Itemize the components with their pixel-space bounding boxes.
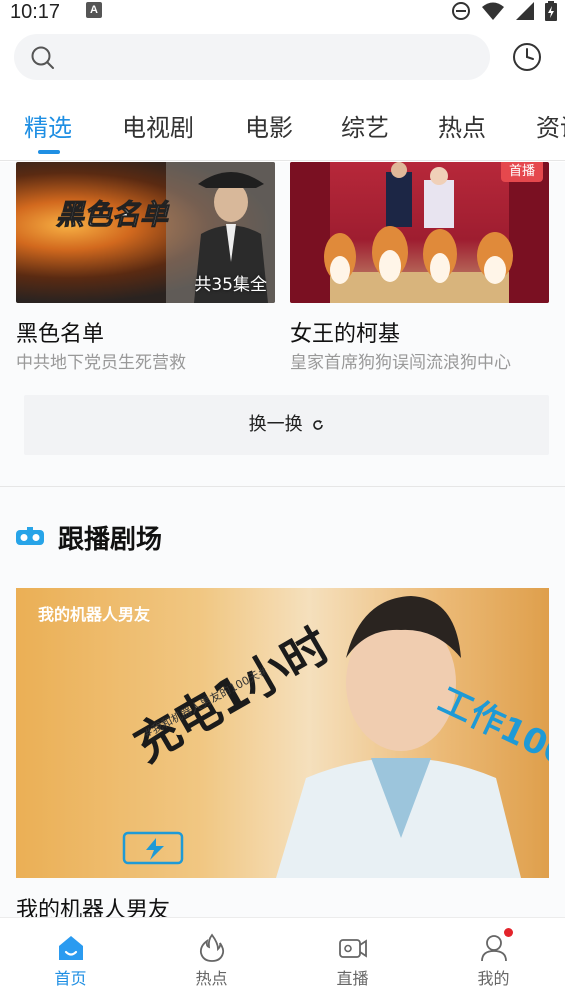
section-title: 跟播剧场 (58, 524, 163, 555)
do-not-disturb-icon (452, 2, 470, 20)
refresh-icon (313, 420, 324, 430)
tab-tv-series[interactable]: 电视剧 (122, 112, 194, 152)
card-subtitle: 皇家首席狗狗误闯流浪狗中心 (290, 353, 511, 373)
nav-label: 热点 (195, 969, 228, 988)
battery-icon (545, 1, 557, 21)
refresh-button[interactable]: 换一换 (24, 395, 549, 455)
vr-glasses-icon (16, 527, 44, 545)
notification-dot (504, 928, 513, 937)
user-icon (481, 935, 507, 962)
tab-hot[interactable]: 热点 (438, 112, 486, 152)
video-card-queens-corgi[interactable]: 首播 女王的柯基 皇家首席狗狗误闯流浪狗中心 (290, 162, 549, 373)
nav-live[interactable]: 直播 (282, 918, 423, 995)
tab-indicator (38, 150, 60, 154)
search-icon (31, 46, 54, 69)
tab-movies[interactable]: 电影 (245, 112, 293, 152)
wifi-icon (482, 2, 504, 20)
card-title: 黑色名单 (16, 322, 105, 347)
nav-home[interactable]: 首页 (0, 918, 141, 995)
status-icons (451, 0, 557, 22)
flame-icon (199, 933, 225, 962)
featured-title: 我的机器人男友 (16, 898, 171, 917)
section-header: 跟播剧场 (16, 519, 162, 555)
premiere-badge: 首播 (500, 162, 543, 182)
episode-count-badge: 共35集全 (194, 275, 267, 295)
category-tabs: 精选 电视剧 电影 综艺 热点 资讯 (0, 100, 565, 160)
card-subtitle: 中共地下党员生死营救 (16, 353, 186, 373)
video-card-black-list[interactable]: 黑色名单 共35集全 黑色名单 中共地下党员生死营救 (16, 162, 275, 373)
signal-icon (516, 2, 534, 20)
poster-title-art: 黑色名单 (56, 198, 170, 231)
nav-label: 直播 (336, 969, 369, 988)
poster-series-logo: 我的机器人男友 (38, 605, 151, 624)
nav-me[interactable]: 我的 (423, 918, 564, 995)
poster-black-list: 黑色名单 共35集全 (16, 162, 275, 303)
nav-label: 我的 (477, 969, 510, 988)
tabs-divider (0, 160, 565, 161)
video-camera-icon (339, 939, 367, 958)
nav-hot[interactable]: 热点 (141, 918, 282, 995)
history-clock-icon[interactable] (510, 40, 544, 74)
tab-featured[interactable]: 精选 (24, 112, 72, 152)
tab-variety[interactable]: 综艺 (341, 112, 389, 152)
feed-content[interactable]: 黑色名单 共35集全 黑色名单 中共地下党员生死营救 首播 女王的柯基 皇家首席… (0, 162, 565, 917)
section-divider (0, 486, 565, 487)
home-icon (59, 936, 83, 960)
nav-label: 首页 (54, 969, 87, 988)
featured-poster[interactable]: 充电1小时 工作100天 #我和机器人男友的100天# 我的机器人男友 (16, 588, 549, 878)
search-input[interactable] (14, 34, 490, 80)
tab-news[interactable]: 资讯 (536, 112, 565, 152)
poster-queens-corgi: 首播 (290, 162, 549, 303)
card-title: 女王的柯基 (290, 322, 401, 347)
status-bar: 10:17 A (0, 0, 565, 26)
status-time: 10:17 (10, 1, 61, 23)
refresh-label: 换一换 (248, 414, 303, 435)
notification-app-icon: A (86, 2, 102, 18)
featured-poster-art: 充电1小时 工作100天 #我和机器人男友的100天# 我的机器人男友 (16, 588, 549, 878)
poster-art (290, 162, 549, 303)
bottom-navigation: 首页 热点 直播 我的 (0, 917, 565, 995)
